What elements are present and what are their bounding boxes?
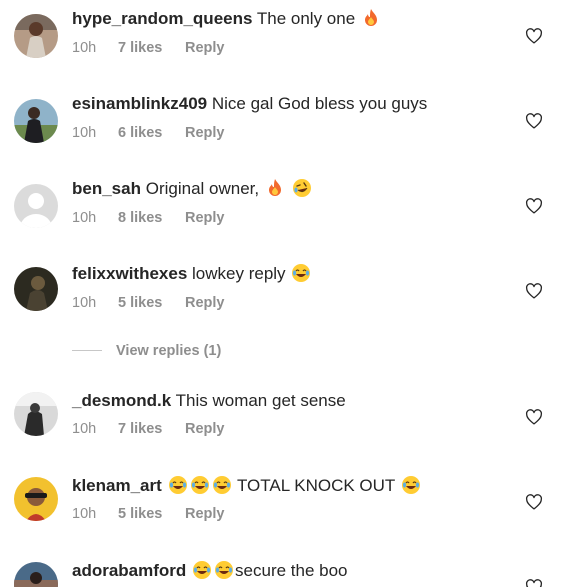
avatar[interactable] [14, 14, 58, 58]
fire-emoji [361, 8, 381, 28]
joy-emoji [401, 475, 421, 495]
comment-item: _desmond.k This woman get sense 10h 7 lik… [0, 382, 570, 467]
reply-button[interactable]: Reply [185, 505, 225, 523]
comment-username[interactable]: ben_sah [72, 179, 141, 198]
joy-emoji [192, 560, 212, 580]
fire-emoji [265, 178, 285, 198]
avatar[interactable] [14, 477, 58, 521]
comment-text: The only one [256, 9, 356, 28]
reply-button[interactable]: Reply [185, 124, 225, 142]
comment-likes[interactable]: 7 likes [118, 420, 185, 438]
comment-text: secure the boo [235, 561, 348, 580]
comment-item: adorabamford secure the boo [0, 552, 570, 587]
comment-likes[interactable]: 8 likes [118, 209, 185, 227]
comment-text: This woman get sense [175, 391, 346, 410]
comment-time: 10h [72, 295, 97, 311]
reply-button[interactable]: Reply [185, 420, 225, 438]
avatar[interactable] [14, 267, 58, 311]
view-replies-divider [72, 350, 102, 351]
reply-button[interactable]: Reply [185, 209, 225, 227]
avatar[interactable] [14, 392, 58, 436]
joy-emoji [291, 263, 311, 283]
comment-likes[interactable]: 6 likes [118, 124, 185, 142]
comment-text: Nice gal God bless you guys [211, 94, 428, 113]
joy-emoji [212, 475, 232, 495]
view-replies-label[interactable]: View replies (1) [116, 341, 221, 361]
heart-outline-icon[interactable] [525, 579, 543, 587]
reply-button[interactable]: Reply [185, 294, 225, 312]
default-avatar-icon[interactable] [14, 184, 58, 228]
comment-item: klenam_art TOTAL KNOCK OUT 10h 5 likes Rep… [0, 467, 570, 552]
comment-username[interactable]: _desmond.k [72, 391, 171, 410]
comment-time: 10h [72, 506, 97, 522]
comment-username[interactable]: adorabamford [72, 561, 186, 580]
comment-username[interactable]: hype_random_queens [72, 9, 252, 28]
comment-likes[interactable]: 5 likes [118, 294, 185, 312]
comment-username[interactable]: klenam_art [72, 476, 162, 495]
joy-emoji [214, 560, 234, 580]
comment-item: ben_sah Original owner, 10h 8 likes Reply [0, 170, 570, 255]
avatar[interactable] [14, 99, 58, 143]
comment-time: 10h [72, 125, 97, 141]
comment-item: hype_random_queens The only one 10h 7 lik… [0, 0, 570, 85]
comment-likes[interactable]: 7 likes [118, 39, 185, 57]
heart-outline-icon[interactable] [525, 198, 543, 214]
rofl-emoji [292, 178, 312, 198]
heart-outline-icon[interactable] [525, 283, 543, 299]
joy-emoji [190, 475, 210, 495]
comment-text: TOTAL KNOCK OUT [236, 476, 396, 495]
heart-outline-icon[interactable] [525, 28, 543, 44]
avatar[interactable] [14, 562, 58, 587]
comment-item: esinamblinkz409 Nice gal God bless you g… [0, 85, 570, 170]
heart-outline-icon[interactable] [525, 409, 543, 425]
joy-emoji [168, 475, 188, 495]
reply-button[interactable]: Reply [185, 39, 225, 57]
comment-text: lowkey reply [192, 264, 286, 283]
comment-item: felixxwithexes lowkey reply 10h 5 likes Re… [0, 255, 570, 340]
comment-time: 10h [72, 40, 97, 56]
comment-username[interactable]: esinamblinkz409 [72, 94, 207, 113]
comment-likes[interactable]: 5 likes [118, 505, 185, 523]
comment-username[interactable]: felixxwithexes [72, 264, 187, 283]
heart-outline-icon[interactable] [525, 113, 543, 129]
heart-outline-icon[interactable] [525, 494, 543, 510]
comment-time: 10h [72, 421, 97, 437]
comment-text: Original owner, [145, 179, 260, 198]
comment-time: 10h [72, 210, 97, 226]
